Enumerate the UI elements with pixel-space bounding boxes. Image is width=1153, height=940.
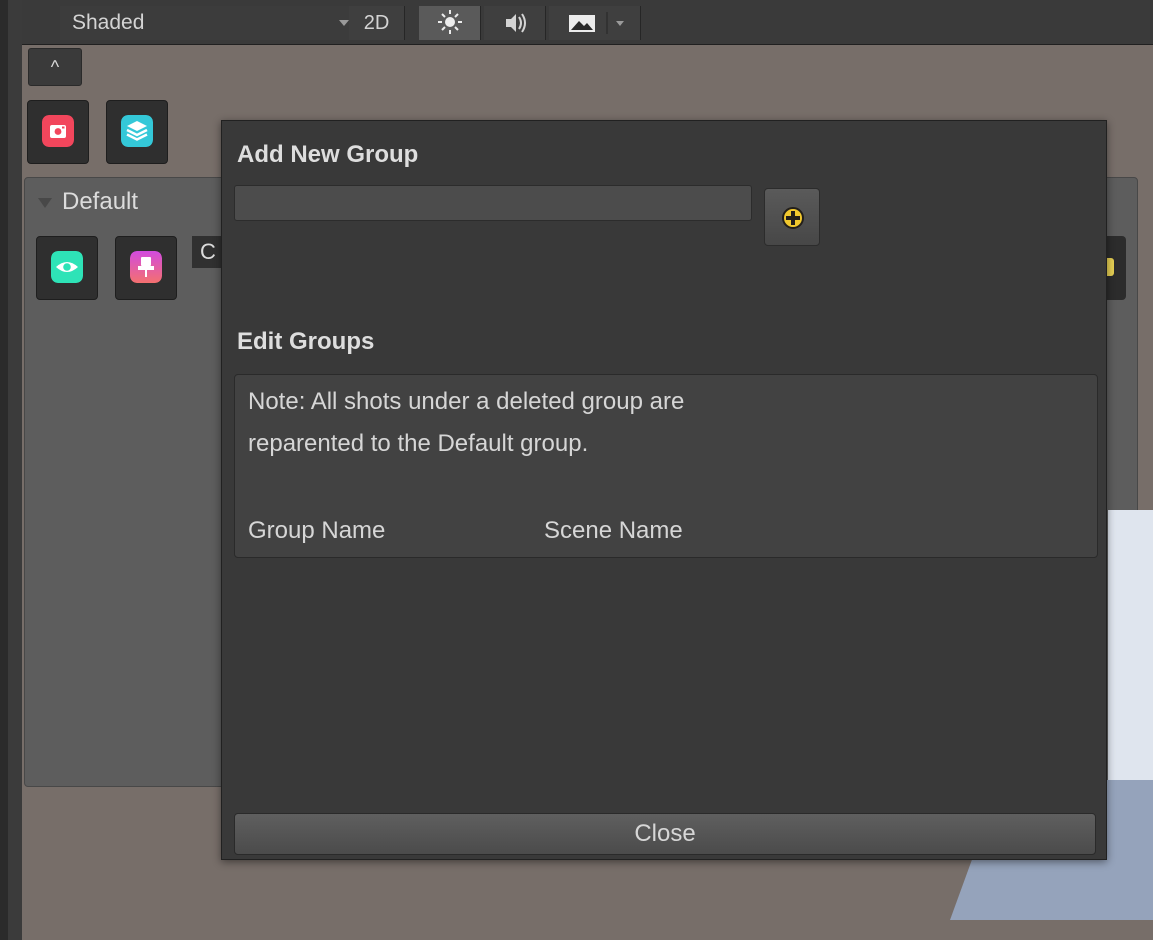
sun-icon <box>438 10 462 34</box>
shading-mode-dropdown[interactable]: Shaded <box>60 6 360 40</box>
collapse-caret: ^ <box>50 57 60 77</box>
mode-2d-button[interactable]: 2D <box>349 6 405 40</box>
note-line-1: Note: All shots under a deleted group ar… <box>248 388 685 415</box>
note-text: Note: All shots under a deleted group ar… <box>248 381 848 465</box>
edit-groups-box: Note: All shots under a deleted group ar… <box>234 374 1098 558</box>
group-editor-dialog: Add New Group Edit Groups Note: All shot… <box>221 120 1107 860</box>
note-line-2: reparented to the Default group. <box>248 430 589 457</box>
audio-icon <box>506 13 526 33</box>
eye-icon <box>51 251 83 283</box>
foldout-triangle-icon <box>38 197 52 208</box>
group-header[interactable]: Default <box>38 188 138 216</box>
add-group-title: Add New Group <box>237 141 419 168</box>
eye-shot-button[interactable] <box>36 236 98 300</box>
column-group-name: Group Name <box>248 517 386 544</box>
audio-toggle[interactable] <box>484 6 546 40</box>
plus-icon <box>782 207 804 229</box>
effects-dropdown[interactable] <box>549 6 641 40</box>
column-scene-name: Scene Name <box>544 517 683 544</box>
add-group-button[interactable] <box>764 188 820 246</box>
left-border <box>0 0 8 940</box>
group-name-input[interactable] <box>234 185 752 221</box>
layers-button[interactable] <box>106 100 168 164</box>
camera-icon <box>42 115 74 147</box>
layers-icon <box>121 115 153 147</box>
group-header-label: Default <box>62 188 139 215</box>
image-icon <box>569 12 624 34</box>
shading-mode-label: Shaded <box>72 11 145 34</box>
close-label: Close <box>634 820 696 847</box>
shot-name-text: C <box>200 239 216 264</box>
collapse-button[interactable]: ^ <box>28 48 82 86</box>
shot-name-label[interactable]: C <box>192 236 224 268</box>
camera-shot-button[interactable] <box>27 100 89 164</box>
close-button[interactable]: Close <box>234 813 1096 855</box>
edit-groups-title: Edit Groups <box>237 328 375 355</box>
lighting-toggle[interactable] <box>419 6 481 40</box>
pin-shot-button[interactable] <box>115 236 177 300</box>
dropdown-arrow-icon <box>339 20 349 26</box>
mode-2d-label: 2D <box>363 12 390 34</box>
left-scroll-strip <box>8 0 23 940</box>
pin-icon <box>130 251 162 283</box>
scene-toolbar: Shaded 2D <box>22 0 1153 45</box>
